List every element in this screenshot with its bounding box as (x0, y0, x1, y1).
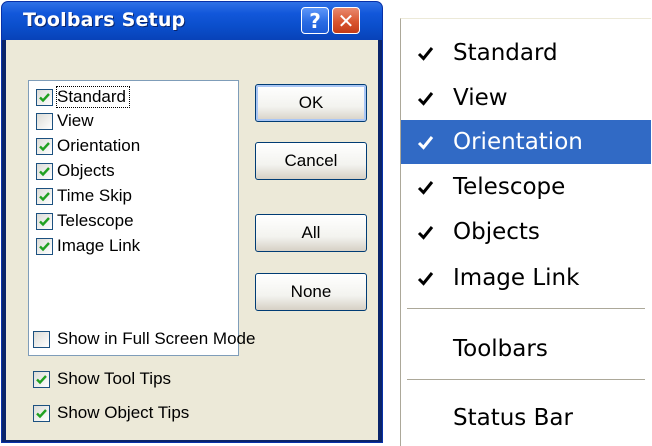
checkbox[interactable] (36, 112, 53, 130)
checkmark-icon (417, 226, 434, 240)
list-item-telescope[interactable]: Telescope (36, 209, 134, 233)
menu-separator (407, 308, 645, 309)
checkbox[interactable] (36, 212, 53, 230)
checkbox[interactable] (36, 137, 53, 155)
dialog-body: Standard View Orientation Objects Time S… (6, 40, 378, 440)
menu-item-label: Status Bar (453, 405, 573, 431)
checkbox[interactable] (36, 237, 53, 255)
checkmark-icon (39, 141, 50, 151)
menu-item-telescope[interactable]: Telescope (401, 165, 651, 209)
checkmark-icon (36, 374, 47, 384)
option-full-screen[interactable]: Show in Full Screen Mode (33, 326, 255, 352)
checkbox[interactable] (33, 370, 50, 388)
menu-item-label: Standard (453, 40, 558, 66)
checkmark-icon (39, 241, 50, 251)
none-button[interactable]: None (255, 273, 367, 311)
help-button[interactable]: ? (301, 7, 329, 34)
list-item-label: Time Skip (57, 186, 132, 205)
list-item-label: Orientation (57, 136, 141, 155)
close-icon: ✕ (337, 8, 355, 33)
menu-item-label: Telescope (453, 174, 566, 200)
option-label: Show Object Tips (57, 403, 190, 422)
list-item-label: Standard (56, 86, 130, 108)
list-item-image-link[interactable]: Image Link (36, 234, 140, 258)
checkmark-icon (39, 92, 50, 102)
close-button[interactable]: ✕ (332, 7, 360, 34)
toolbars-setup-dialog: Toolbars Setup ? ✕ Standard View Orienta… (1, 1, 383, 443)
option-label: Show Tool Tips (57, 369, 172, 388)
menu-item-orientation[interactable]: Orientation (401, 120, 651, 164)
list-item-objects[interactable]: Objects (36, 159, 115, 183)
menu-item-status-bar[interactable]: Status Bar (401, 396, 651, 440)
option-tool-tips[interactable]: Show Tool Tips (33, 366, 171, 392)
cancel-button[interactable]: Cancel (255, 142, 367, 180)
menu-item-label: Toolbars (453, 336, 548, 362)
list-item-standard[interactable]: Standard (36, 85, 130, 109)
menu-item-label: Orientation (453, 129, 583, 155)
help-icon: ? (309, 8, 321, 33)
menu-item-label: View (453, 85, 508, 111)
list-item-view[interactable]: View (36, 109, 94, 133)
option-label: Show in Full Screen Mode (57, 329, 256, 348)
checkmark-icon (39, 166, 50, 176)
ok-button[interactable]: OK (255, 84, 367, 122)
checkmark-icon (417, 47, 434, 61)
menu-item-toolbars[interactable]: Toolbars (401, 327, 651, 371)
checkmark-icon (39, 191, 50, 201)
menu-item-label: Objects (453, 219, 540, 245)
checkmark-icon (417, 136, 434, 150)
title-bar[interactable]: Toolbars Setup ? ✕ (2, 2, 382, 40)
toolbar-list[interactable]: Standard View Orientation Objects Time S… (28, 80, 239, 356)
checkbox[interactable] (33, 404, 50, 422)
checkmark-icon (36, 408, 47, 418)
checkmark-icon (39, 216, 50, 226)
option-object-tips[interactable]: Show Object Tips (33, 400, 189, 426)
list-item-label: Objects (57, 161, 115, 180)
list-item-label: View (57, 111, 94, 130)
list-item-time-skip[interactable]: Time Skip (36, 184, 132, 208)
checkmark-icon (417, 272, 434, 286)
list-item-label: Telescope (57, 211, 134, 230)
menu-item-objects[interactable]: Objects (401, 210, 651, 254)
menu-separator (407, 379, 645, 380)
menu-item-standard[interactable]: Standard (401, 31, 651, 75)
menu-item-image-link[interactable]: Image Link (401, 256, 651, 300)
checkmark-icon (417, 92, 434, 106)
checkbox[interactable] (33, 330, 50, 348)
checkbox[interactable] (36, 187, 53, 205)
menu-item-view[interactable]: View (401, 76, 651, 120)
menu-item-label: Image Link (453, 265, 580, 291)
all-button[interactable]: All (255, 214, 367, 252)
checkbox[interactable] (36, 162, 53, 180)
checkmark-icon (417, 181, 434, 195)
checkbox[interactable] (36, 88, 53, 106)
list-item-label: Image Link (57, 236, 141, 255)
toolbars-menu: Standard View Orientation Telescope Obje… (400, 18, 651, 446)
dialog-title: Toolbars Setup (23, 9, 186, 31)
list-item-orientation[interactable]: Orientation (36, 134, 140, 158)
